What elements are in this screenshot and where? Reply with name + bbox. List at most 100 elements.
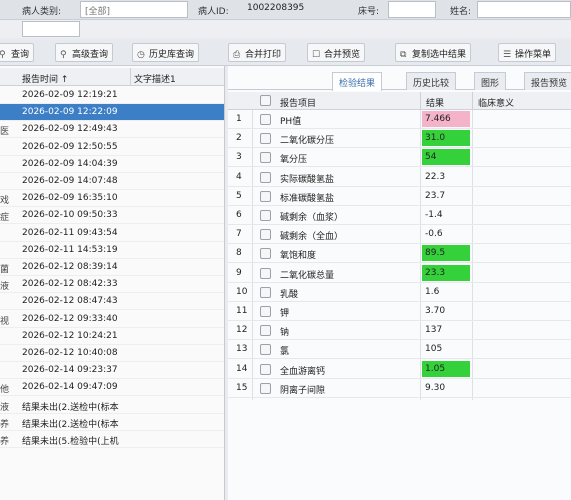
row-number: 6 [236, 210, 242, 220]
result-row[interactable]: 4 实际碳酸氢盐 22.3 [228, 168, 571, 187]
results-panel: 检验结果 历史比较 图形 报告预览 报告项目 结果 临床意义 1 PH值 7.466… [228, 66, 571, 500]
column-report-time[interactable]: 报告时间 ↑ [22, 72, 68, 85]
row-checkbox[interactable] [260, 344, 271, 356]
report-list-row[interactable]: 2026-02-09 12:19:21 [0, 87, 224, 104]
result-row[interactable]: 14 全血游离钙 1.05 [228, 360, 571, 379]
report-list-row[interactable]: 2026-02-14 09:23:37 [0, 362, 224, 380]
report-item-name: 钾 [280, 309, 290, 319]
filter-bar-row2 [0, 20, 571, 38]
row-checkbox[interactable] [260, 267, 271, 279]
result-value: 23.3 [422, 264, 470, 281]
result-row[interactable]: 13 氯 105 [228, 340, 571, 360]
report-list-row[interactable]: 他 2026-02-14 09:47:09 [0, 379, 224, 397]
result-row[interactable]: 15 阴离子间隙 9.30 [228, 379, 571, 398]
result-row[interactable]: 6 碱剩余（血浆） -1.4 [228, 206, 571, 225]
result-row[interactable]: 7 碱剩余（全血） -0.6 [228, 225, 571, 245]
report-list-row[interactable]: 2026-02-12 10:24:21 [0, 328, 224, 345]
query-button[interactable]: ⚲ 查询 [0, 43, 35, 62]
name-field[interactable] [477, 1, 571, 18]
result-row[interactable]: 12 钠 137 [228, 321, 571, 341]
tab-report-preview[interactable]: 报告预览 [524, 72, 571, 90]
report-list-row[interactable]: 症 2026-02-10 09:50:33 [0, 207, 224, 225]
report-item-name: 实际碳酸氢盐 [280, 174, 335, 185]
row-checkbox[interactable] [260, 286, 271, 298]
row-checkbox[interactable] [260, 152, 271, 164]
report-list-row[interactable]: 视 2026-02-12 09:33:40 [0, 311, 224, 328]
column-result[interactable]: 结果 [426, 96, 444, 109]
result-value: 7.466 [422, 111, 470, 127]
report-item-name: 阴离子间隙 [280, 385, 326, 396]
report-list-row[interactable]: 2026-02-12 08:47:43 [0, 293, 224, 311]
row-checkbox[interactable] [260, 363, 271, 375]
column-text-desc[interactable]: 文字描述1 [134, 72, 176, 85]
merge-preview-button[interactable]: ☐ 合并预览 [307, 43, 366, 62]
report-list-row[interactable]: 2026-02-09 12:22:09 [0, 104, 224, 122]
tab-test-results[interactable]: 检验结果 [332, 72, 383, 91]
select-all-checkbox[interactable] [260, 95, 271, 106]
advanced-query-button[interactable]: ⚲ 高级查询 [55, 43, 114, 62]
patient-id-field[interactable]: 1002208395 [243, 1, 343, 18]
row-checkbox[interactable] [260, 306, 271, 317]
report-list-row[interactable]: 养 结果未出(2.送检中(标本 [0, 414, 224, 431]
report-list-row[interactable]: 戏 2026-02-09 16:35:10 [0, 190, 224, 208]
merge-print-button[interactable]: ⎙ 合并打印 [228, 43, 287, 62]
report-list-row[interactable]: 2026-02-11 09:43:54 [0, 225, 224, 242]
row-checkbox[interactable] [260, 248, 271, 260]
result-row[interactable]: 9 二氧化碳总量 23.3 [228, 264, 571, 283]
report-list-row[interactable]: 2026-02-09 12:50:55 [0, 139, 224, 156]
row-number: 15 [236, 382, 248, 393]
row-number: 3 [236, 152, 242, 163]
row-prefix: 症 [0, 213, 10, 224]
report-time: 2026-02-09 12:50:55 [22, 141, 118, 152]
report-list-row[interactable]: 液 结果未出(2.送检中(标本 [0, 397, 224, 414]
result-row[interactable]: 1 PH值 7.466 [228, 110, 571, 129]
bed-field[interactable] [388, 1, 436, 18]
report-list-row[interactable]: 菌 2026-02-12 08:39:14 [0, 259, 224, 276]
patient-type-select[interactable]: [全部] [80, 1, 188, 18]
row-prefix: 液 [0, 282, 10, 293]
report-time: 结果未出(2.送检中(标本 [22, 419, 119, 430]
result-row[interactable]: 8 氧饱和度 89.5 [228, 244, 571, 264]
report-list-row[interactable]: 2026-02-09 14:04:39 [0, 156, 224, 173]
report-list-row[interactable]: 2026-02-09 14:07:48 [0, 173, 224, 190]
row-number: 2 [236, 133, 242, 144]
history-query-button[interactable]: ◷ 历史库查询 [132, 43, 200, 62]
report-list-row[interactable]: 液 2026-02-12 08:42:33 [0, 276, 224, 294]
row-checkbox[interactable] [260, 171, 271, 183]
row-checkbox[interactable] [260, 382, 271, 394]
report-item-name: 二氧化碳总量 [280, 270, 335, 281]
result-value: 105 [425, 344, 443, 355]
column-report-item[interactable]: 报告项目 [280, 96, 316, 109]
result-row[interactable]: 10 乳酸 1.6 [228, 283, 571, 302]
result-row[interactable]: 5 标准碳酸氢盐 23.7 [228, 187, 571, 206]
row-checkbox[interactable] [260, 114, 271, 125]
row-number: 9 [236, 267, 242, 278]
row-checkbox[interactable] [260, 210, 271, 221]
operation-menu-button[interactable]: ☰ 操作菜单 [498, 43, 557, 62]
report-list-row[interactable]: 2026-02-12 10:40:08 [0, 345, 224, 362]
toolbar: ⚲ 查询 ⚲ 高级查询 ◷ 历史库查询 ⎙ 合并打印 ☐ 合并预览 ⧉ 复制选中结果 ☰ 操作… [0, 40, 571, 66]
row-checkbox[interactable] [260, 133, 271, 145]
result-row[interactable]: 11 钾 3.70 [228, 302, 571, 321]
report-list-row[interactable]: 医 2026-02-09 12:49:43 [0, 121, 224, 139]
report-list-row[interactable]: 养 结果未出(5.检验中(上机 [0, 431, 224, 448]
column-clinical-meaning[interactable]: 临床意义 [478, 96, 514, 109]
row-number: 1 [236, 114, 242, 124]
result-row[interactable]: 3 氧分压 54 [228, 148, 571, 168]
copy-icon: ⧉ [400, 50, 407, 60]
result-row[interactable]: 2 二氧化碳分压 31.0 [228, 129, 571, 149]
query-button-label: 查询 [11, 50, 30, 60]
tab-graph[interactable]: 图形 [474, 72, 507, 90]
row-prefix: 戏 [0, 196, 10, 207]
row-number: 5 [236, 190, 242, 201]
row-checkbox[interactable] [260, 325, 271, 337]
result-value: 54 [422, 149, 470, 166]
row-checkbox[interactable] [260, 190, 271, 202]
report-list-row[interactable]: 2026-02-11 14:53:19 [0, 242, 224, 259]
copy-selected-button[interactable]: ⧉ 复制选中结果 [395, 43, 472, 62]
extra-filter-field[interactable] [22, 21, 80, 37]
filter-bar: 病人类别: [全部] 病人ID: 1002208395 床号: 姓名: [0, 0, 571, 20]
report-time: 2026-02-09 14:04:39 [22, 158, 118, 169]
tab-history-compare[interactable]: 历史比较 [406, 72, 457, 90]
row-checkbox[interactable] [260, 229, 271, 241]
